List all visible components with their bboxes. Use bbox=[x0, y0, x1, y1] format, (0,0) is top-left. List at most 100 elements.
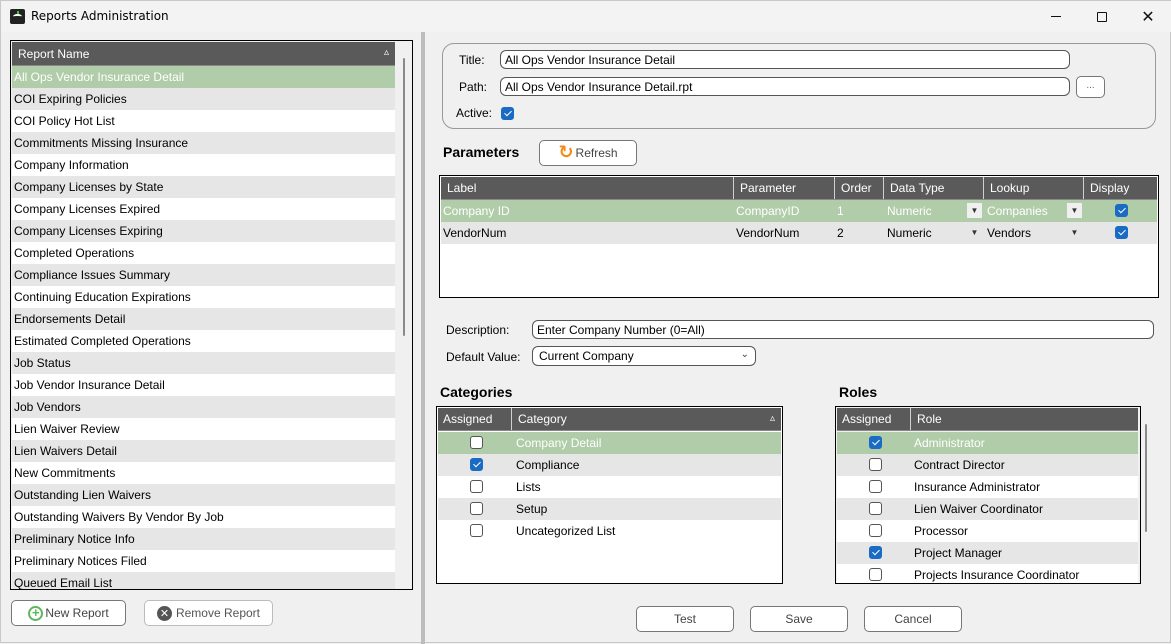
column-header-parameter[interactable]: Parameter bbox=[734, 177, 835, 199]
column-header-report-name[interactable]: Report Name ▵ bbox=[12, 42, 395, 65]
assigned-checkbox[interactable] bbox=[470, 458, 483, 471]
categories-row[interactable]: Compliance bbox=[438, 454, 781, 476]
roles-row[interactable]: Processor bbox=[837, 520, 1138, 542]
column-header-lookup[interactable]: Lookup bbox=[984, 177, 1084, 199]
report-list-item[interactable]: Queued Email List bbox=[12, 572, 395, 589]
path-input[interactable]: All Ops Vendor Insurance Detail.rpt bbox=[500, 77, 1070, 96]
categories-row[interactable]: Uncategorized List bbox=[438, 520, 781, 542]
report-list-item[interactable]: COI Expiring Policies bbox=[12, 88, 395, 110]
column-header-assigned[interactable]: Assigned bbox=[438, 408, 512, 430]
param-lookup-cell[interactable]: Vendors bbox=[987, 222, 1031, 244]
assigned-checkbox[interactable] bbox=[869, 480, 882, 493]
chevron-down-icon: ⌄ bbox=[740, 349, 749, 360]
scrollbar-thumb[interactable] bbox=[403, 58, 405, 336]
param-data-type-cell[interactable]: Numeric bbox=[887, 222, 932, 244]
report-list-item[interactable]: Commitments Missing Insurance bbox=[12, 132, 395, 154]
parameter-row[interactable]: Company ID CompanyID 1 Numeric Companies ▼ ▼ bbox=[441, 200, 1157, 222]
default-value-label: Default Value: bbox=[446, 350, 521, 364]
title-input[interactable]: All Ops Vendor Insurance Detail bbox=[500, 50, 1070, 69]
report-list-item[interactable]: Company Licenses by State bbox=[12, 176, 395, 198]
parameters-grid[interactable]: Label Parameter Order Data Type Lookup D… bbox=[439, 175, 1159, 298]
report-list-item[interactable]: Continuing Education Expirations bbox=[12, 286, 395, 308]
report-list-grid[interactable]: Report Name ▵ All Ops Vendor Insurance D… bbox=[10, 40, 413, 590]
report-list-item[interactable]: Company Information bbox=[12, 154, 395, 176]
roles-grid[interactable]: Assigned Role Administrator Contract Dire… bbox=[835, 406, 1141, 584]
roles-row[interactable]: Project Manager bbox=[837, 542, 1138, 564]
categories-row[interactable]: Company Detail bbox=[438, 432, 781, 454]
assigned-checkbox[interactable] bbox=[869, 436, 882, 449]
assigned-checkbox[interactable] bbox=[869, 458, 882, 471]
lookup-dropdown-icon[interactable]: ▼ bbox=[1067, 225, 1082, 240]
assigned-checkbox[interactable] bbox=[869, 502, 882, 515]
new-report-button[interactable]: + New Report bbox=[11, 600, 126, 626]
report-list-item[interactable]: Preliminary Notice Info bbox=[12, 528, 395, 550]
column-header-category[interactable]: Category ▵ bbox=[512, 408, 781, 430]
column-header-order[interactable]: Order bbox=[835, 177, 884, 199]
minimize-button[interactable] bbox=[1033, 1, 1079, 32]
param-data-type-cell[interactable]: Numeric bbox=[887, 200, 932, 222]
report-list-item[interactable]: Estimated Completed Operations bbox=[12, 330, 395, 352]
assigned-checkbox[interactable] bbox=[869, 568, 882, 581]
refresh-button[interactable]: ↻ Refresh bbox=[539, 140, 637, 166]
default-value-select[interactable]: Current Company ⌄ bbox=[532, 346, 756, 366]
assigned-checkbox[interactable] bbox=[470, 524, 483, 537]
assigned-checkbox[interactable] bbox=[470, 502, 483, 515]
categories-name: Compliance bbox=[516, 458, 580, 472]
column-header-display[interactable]: Display bbox=[1084, 177, 1157, 199]
report-list-item[interactable]: Company Licenses Expiring bbox=[12, 220, 395, 242]
report-list-item[interactable]: Outstanding Lien Waivers bbox=[12, 484, 395, 506]
roles-scrollbar[interactable] bbox=[1139, 408, 1140, 583]
maximize-button[interactable] bbox=[1079, 1, 1125, 32]
data-type-dropdown-icon[interactable]: ▼ bbox=[967, 203, 982, 218]
column-header-data-type[interactable]: Data Type bbox=[884, 177, 984, 199]
categories-row[interactable]: Lists bbox=[438, 476, 781, 498]
assigned-checkbox[interactable] bbox=[470, 480, 483, 493]
report-list-item[interactable]: Job Status bbox=[12, 352, 395, 374]
display-checkbox[interactable] bbox=[1115, 226, 1128, 239]
report-list-item[interactable]: Endorsements Detail bbox=[12, 308, 395, 330]
param-lookup-cell[interactable]: Companies bbox=[987, 200, 1048, 222]
sort-ascending-icon: ▵ bbox=[769, 413, 775, 424]
roles-row[interactable]: Contract Director bbox=[837, 454, 1138, 476]
panel-splitter[interactable] bbox=[421, 32, 425, 644]
browse-path-button[interactable]: ... bbox=[1076, 76, 1105, 98]
report-list-item[interactable]: Lien Waiver Review bbox=[12, 418, 395, 440]
lookup-dropdown-icon[interactable]: ▼ bbox=[1067, 203, 1082, 218]
roles-row[interactable]: Projects Insurance Coordinator bbox=[837, 564, 1138, 583]
parameter-row[interactable]: VendorNum VendorNum 2 Numeric Vendors ▼ ▼ bbox=[441, 222, 1157, 244]
categories-grid[interactable]: Assigned Category ▵ Company Detail Compli… bbox=[436, 406, 783, 584]
assigned-checkbox[interactable] bbox=[869, 546, 882, 559]
report-list-item[interactable]: All Ops Vendor Insurance Detail bbox=[12, 66, 395, 88]
report-list-item[interactable]: Company Licenses Expired bbox=[12, 198, 395, 220]
description-input[interactable]: Enter Company Number (0=All) bbox=[532, 320, 1154, 339]
save-button[interactable]: Save bbox=[750, 606, 848, 632]
test-button[interactable]: Test bbox=[636, 606, 734, 632]
report-list-scrollbar[interactable] bbox=[396, 42, 412, 589]
report-list-item[interactable]: Compliance Issues Summary bbox=[12, 264, 395, 286]
assigned-checkbox[interactable] bbox=[470, 436, 483, 449]
roles-row[interactable]: Lien Waiver Coordinator bbox=[837, 498, 1138, 520]
report-list-header[interactable]: Report Name ▵ bbox=[12, 42, 395, 66]
categories-row[interactable]: Setup bbox=[438, 498, 781, 520]
active-checkbox[interactable] bbox=[501, 107, 514, 120]
column-header-assigned[interactable]: Assigned bbox=[837, 408, 911, 430]
column-header-label[interactable]: Label bbox=[441, 177, 734, 199]
report-list-item[interactable]: Job Vendor Insurance Detail bbox=[12, 374, 395, 396]
report-list-item[interactable]: COI Policy Hot List bbox=[12, 110, 395, 132]
report-list-item[interactable]: Lien Waivers Detail bbox=[12, 440, 395, 462]
roles-row[interactable]: Insurance Administrator bbox=[837, 476, 1138, 498]
report-list-item[interactable]: New Commitments bbox=[12, 462, 395, 484]
close-button[interactable]: ✕ bbox=[1125, 1, 1171, 32]
remove-report-button[interactable]: ✕ Remove Report bbox=[144, 600, 273, 626]
report-list-item[interactable]: Outstanding Waivers By Vendor By Job bbox=[12, 506, 395, 528]
roles-scrollbar-thumb[interactable] bbox=[1145, 424, 1147, 532]
column-header-role[interactable]: Role bbox=[911, 408, 1138, 430]
roles-row[interactable]: Administrator bbox=[837, 432, 1138, 454]
report-list-item[interactable]: Completed Operations bbox=[12, 242, 395, 264]
report-list-item[interactable]: Job Vendors bbox=[12, 396, 395, 418]
cancel-button[interactable]: Cancel bbox=[864, 606, 962, 632]
display-checkbox[interactable] bbox=[1115, 204, 1128, 217]
report-list-item[interactable]: Preliminary Notices Filed bbox=[12, 550, 395, 572]
data-type-dropdown-icon[interactable]: ▼ bbox=[967, 225, 982, 240]
assigned-checkbox[interactable] bbox=[869, 524, 882, 537]
